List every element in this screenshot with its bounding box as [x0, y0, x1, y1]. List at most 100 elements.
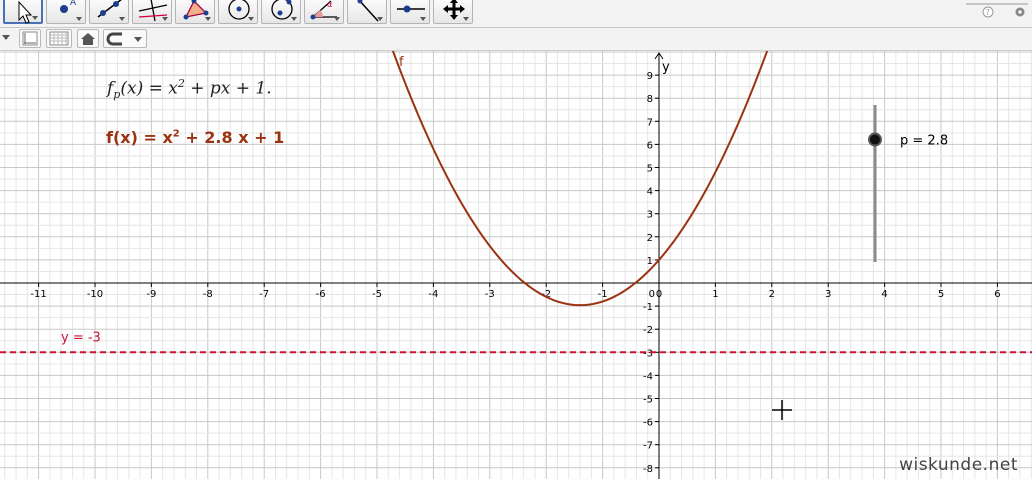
- crosshair-cursor-icon: [772, 400, 792, 420]
- y-tick-label: 6: [647, 140, 653, 151]
- x-tick-label: 6: [994, 289, 1000, 300]
- move-graphics-view-tool[interactable]: [433, 0, 473, 24]
- y-tick-label: 5: [647, 164, 653, 175]
- perpendicular-line-tool[interactable]: [132, 0, 172, 24]
- formula-template-text[interactable]: fp(x) = x2 + px + 1.: [107, 77, 272, 101]
- dropdown-triangle-icon: [291, 17, 297, 21]
- y-tick-label: -7: [643, 441, 653, 452]
- x-tick-label: -9: [146, 289, 156, 300]
- angle-icon: α: [310, 0, 337, 20]
- help-icon[interactable]: ?: [982, 6, 994, 18]
- reflect-line-icon: [357, 0, 379, 22]
- origin-label: 0: [649, 289, 655, 300]
- graphics-view[interactable]: -11 -10 -9 -8 -7 -6 -5 -4 -3 -2 -1 0 1 2 3 4 5 60-8-7-6-5…: [0, 51, 1032, 479]
- x-tick-label: -7: [259, 289, 269, 300]
- svg-text:?: ?: [986, 8, 990, 17]
- x-tick-label: 4: [881, 289, 887, 300]
- dropdown-triangle-icon: [420, 17, 426, 21]
- y-tick-label: -1: [643, 302, 653, 313]
- y-tick-label: 8: [647, 94, 653, 105]
- x-tick-label: 0: [656, 289, 662, 300]
- y-axis-label: y: [662, 60, 670, 75]
- x-tick-label: 1: [712, 289, 718, 300]
- definition-rest: + 2.8 x + 1: [179, 128, 285, 147]
- toggle-axes-button[interactable]: [19, 29, 41, 48]
- dropdown-triangle-icon: [463, 17, 469, 21]
- axes: [0, 52, 1032, 479]
- move-tool[interactable]: [3, 0, 43, 24]
- y-tick-label: 3: [647, 210, 653, 221]
- watermark: wiskunde.net: [899, 455, 1018, 475]
- function-label-f[interactable]: f: [399, 55, 404, 70]
- formula-middle: (x) = x: [120, 78, 178, 99]
- line-label-y-minus-3[interactable]: y = -3: [61, 330, 101, 345]
- line-through-points-icon: [97, 0, 122, 18]
- circle-through-points-icon: [271, 0, 293, 20]
- standard-view-button[interactable]: [77, 29, 99, 48]
- x-tick-label: 2: [769, 289, 775, 300]
- y-tick-label: 1: [647, 256, 653, 267]
- dropdown-triangle-icon: [119, 17, 125, 21]
- arrow-cursor-icon: [18, 0, 33, 24]
- x-tick-label: -8: [203, 289, 213, 300]
- collapse-triangle-icon[interactable]: [0, 29, 14, 49]
- x-tick-label: 5: [938, 289, 944, 300]
- y-tick-label: 9: [647, 71, 653, 82]
- top-right-icons: ?: [962, 0, 1032, 27]
- definition-exponent: 2: [172, 128, 180, 140]
- toolbar: Aα?: [0, 0, 1032, 28]
- line-tool[interactable]: [89, 0, 129, 24]
- circle-through-points-tool[interactable]: [261, 0, 301, 24]
- x-tick-label: -6: [316, 289, 326, 300]
- slider-label[interactable]: p = 2.8: [900, 134, 948, 149]
- style-bar: [0, 28, 1032, 51]
- x-tick-label: -3: [485, 289, 495, 300]
- circle-center-point-icon: [228, 0, 250, 20]
- svg-text:A: A: [70, 0, 77, 8]
- slider-tool[interactable]: [390, 0, 430, 24]
- dropdown-triangle-icon: [32, 16, 38, 20]
- y-tick-label: -6: [643, 418, 653, 429]
- slider-knob[interactable]: [868, 132, 882, 147]
- grid-icon: [49, 31, 69, 46]
- y-tick-label: 7: [647, 117, 653, 128]
- function-definition-text[interactable]: f(x) = x2 + 2.8 x + 1: [106, 128, 284, 147]
- y-tick-label: -2: [643, 325, 653, 336]
- svg-text:α: α: [327, 0, 332, 9]
- move-arrows-icon: [443, 0, 465, 20]
- x-tick-label: -10: [87, 289, 103, 300]
- point-icon: A: [60, 0, 77, 13]
- slider-icon: [397, 5, 425, 13]
- grid: [0, 51, 1032, 479]
- dropdown-triangle-icon: [248, 17, 254, 21]
- y-tick-label: -8: [643, 464, 653, 475]
- perpendicular-lines-icon: [138, 0, 168, 22]
- polygon-tool[interactable]: [175, 0, 215, 24]
- dropdown-triangle-icon: [162, 17, 168, 21]
- y-tick-label: 4: [647, 187, 653, 198]
- home-icon: [81, 33, 95, 45]
- circle-tool[interactable]: [218, 0, 258, 24]
- angle-tool[interactable]: α: [304, 0, 344, 24]
- formula-rest: + px + 1.: [184, 78, 272, 99]
- magnet-icon: [106, 32, 142, 46]
- dropdown-triangle-icon: [205, 17, 211, 21]
- x-tick-label: -11: [30, 289, 46, 300]
- dropdown-triangle-icon: [377, 17, 383, 21]
- reflect-tool[interactable]: [347, 0, 387, 24]
- axes-icon: [22, 31, 38, 46]
- point-capturing-dropdown[interactable]: [103, 29, 147, 48]
- dropdown-triangle-icon: [76, 17, 82, 21]
- y-tick-label: -5: [643, 395, 653, 406]
- polygon-icon: [183, 0, 209, 20]
- x-tick-label: -1: [598, 289, 608, 300]
- y-tick-label: 2: [647, 233, 653, 244]
- y-tick-label: -3: [643, 348, 653, 359]
- definition-lhs: f(x) = x: [106, 128, 173, 147]
- settings-gear-icon[interactable]: [1015, 7, 1025, 17]
- formula-exponent: 2: [177, 77, 185, 90]
- x-tick-label: -5: [372, 289, 382, 300]
- point-tool[interactable]: A: [46, 0, 86, 24]
- slider-p[interactable]: [868, 105, 882, 262]
- toggle-grid-button[interactable]: [46, 29, 72, 48]
